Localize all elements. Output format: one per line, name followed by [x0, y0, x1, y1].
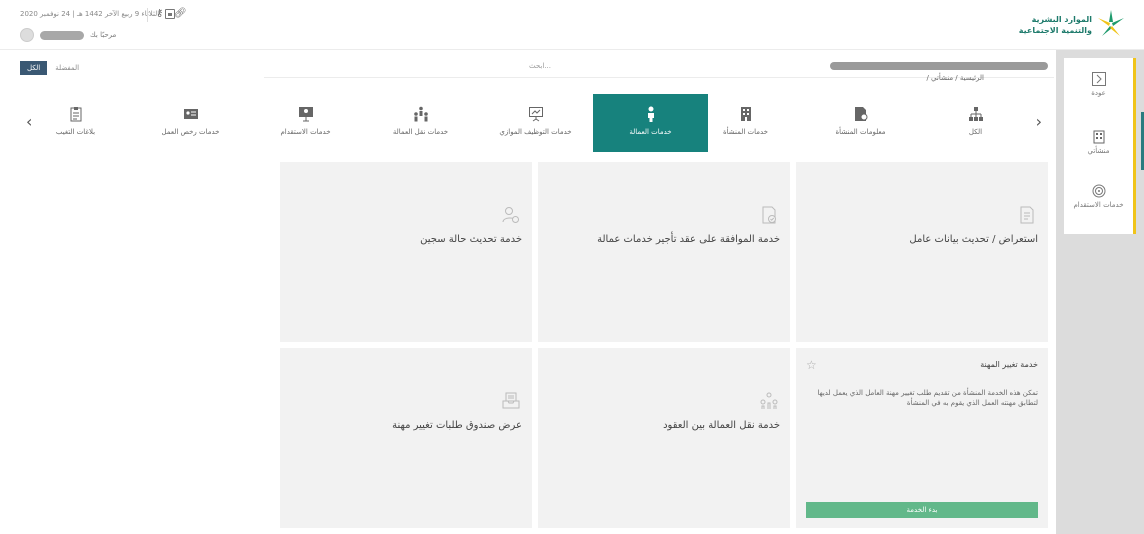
- tab-label: خدمات العمالة: [629, 128, 672, 136]
- search-input[interactable]: ابحث...: [440, 62, 640, 70]
- user-settings-icon: [502, 207, 519, 223]
- rail-back[interactable]: عودة: [1064, 72, 1133, 97]
- rail-panel: عودة منشأتي خدمات الاستقدام: [1064, 58, 1136, 234]
- category-tabs: ‹ › الكل معلومات المنشأة خدمات المنشأة خ…: [20, 94, 1056, 152]
- user-name-redacted: [40, 30, 84, 40]
- tab-label: خدمات نقل العمالة: [392, 128, 449, 136]
- greeting-text: مرحبًا بك: [90, 31, 117, 39]
- rail-back-label: عودة: [1091, 89, 1106, 97]
- clipboard-icon: [70, 107, 81, 122]
- user-menu[interactable]: مرحبًا بك: [20, 28, 116, 42]
- filter-toggle: الكل المفضلة: [20, 61, 79, 75]
- org-chart-icon: [968, 107, 983, 121]
- breadcrumb[interactable]: الرئيسية / منشأتي /: [926, 74, 984, 82]
- date-bar: الثلاثاء 9 ربيع الآخر 1442 هـ | 24 نوفمب…: [20, 9, 176, 19]
- right-rail: عودة منشأتي خدمات الاستقدام: [1056, 50, 1144, 534]
- tab-labor-transfer[interactable]: خدمات نقل العمالة: [363, 94, 478, 152]
- tab-label: بلاغات التغيب: [55, 128, 96, 136]
- id-screen-icon: [298, 107, 313, 122]
- card-title: عرض صندوق طلبات تغيير مهنة: [392, 420, 522, 431]
- rail-recruitment[interactable]: خدمات الاستقدام: [1064, 184, 1133, 209]
- tab-all[interactable]: الكل: [918, 94, 1033, 152]
- document-check-icon: [762, 206, 776, 224]
- favorite-star-icon[interactable]: ☆: [806, 358, 817, 372]
- redacted-text: [830, 62, 1048, 70]
- tab-label: خدمات الاستقدام: [280, 128, 331, 136]
- logo-line-2: والتنمية الاجتماعية: [1018, 26, 1092, 35]
- tab-label: معلومات المنشأة: [835, 128, 886, 136]
- inbox-icon: [502, 392, 520, 409]
- rail-my-establishment-label: منشأتي: [1087, 147, 1110, 155]
- card-title: خدمة نقل العمالة بين العقود: [663, 420, 780, 431]
- tab-establishment-info[interactable]: معلومات المنشأة: [803, 94, 918, 152]
- service-card-prisoner-status[interactable]: خدمة تحديث حالة سجين: [280, 162, 532, 342]
- id-card-icon: [183, 109, 198, 119]
- filter-favorites-button[interactable]: المفضلة: [55, 64, 79, 72]
- date-text: الثلاثاء 9 ربيع الآخر 1442 هـ | 24 نوفمب…: [20, 10, 160, 18]
- card-title: خدمة تحديث حالة سجين: [420, 234, 522, 245]
- tab-labor-services[interactable]: خدمات العمالة: [593, 94, 708, 152]
- card-title: استعراض / تحديث بيانات عامل: [909, 234, 1038, 245]
- building-icon: [740, 107, 751, 121]
- tab-label: خدمات المنشأة: [723, 128, 768, 136]
- card-title: خدمة تغيير المهنة: [980, 360, 1038, 369]
- main-content: الكل المفضلة ابحث... الرئيسية / منشأتي /…: [0, 50, 1056, 534]
- service-card-labor-transfer-contracts[interactable]: خدمة نقل العمالة بين العقود: [538, 348, 790, 528]
- fingerprint-icon: [1092, 184, 1105, 198]
- logo-mark-icon: [1098, 10, 1124, 36]
- rail-my-establishment[interactable]: منشأتي: [1064, 130, 1133, 155]
- tab-parallel-employment[interactable]: خدمات التوظيف الموازي: [478, 94, 593, 152]
- card-description: تمكن هذه الخدمة المنشأة من تقديم طلب تغي…: [817, 389, 1039, 407]
- divider: [147, 8, 148, 22]
- avatar[interactable]: [20, 28, 34, 42]
- building-icon: [1093, 130, 1104, 144]
- tab-work-permits[interactable]: خدمات رخص العمل: [133, 94, 248, 152]
- filter-all-button[interactable]: الكل: [20, 61, 48, 75]
- key-icon[interactable]: ⚷: [156, 9, 166, 19]
- service-card-view-update-worker[interactable]: استعراض / تحديث بيانات عامل: [796, 162, 1048, 342]
- presentation-icon: [528, 107, 543, 122]
- tab-recruitment[interactable]: خدمات الاستقدام: [248, 94, 363, 152]
- worker-icon: [647, 106, 654, 122]
- people-transfer-icon: [413, 106, 428, 122]
- top-icons: ⚷ 🔗︎: [156, 9, 187, 19]
- document-icon: [1020, 206, 1034, 224]
- tab-label: الكل: [968, 128, 983, 136]
- logo-line-1: الموارد البشرية: [1031, 15, 1092, 24]
- start-service-button[interactable]: بدء الخدمة: [806, 502, 1038, 518]
- transfer-icon: [760, 392, 778, 409]
- tab-label: خدمات التوظيف الموازي: [499, 128, 572, 136]
- tabs-next-arrow-icon[interactable]: ›: [1036, 112, 1042, 131]
- top-bar: الموارد البشرية والتنمية الاجتماعية الثل…: [0, 0, 1144, 50]
- rail-recruitment-label: خدمات الاستقدام: [1073, 201, 1124, 209]
- service-card-labor-lease-approval[interactable]: خدمة الموافقة على عقد تأجير خدمات عمالة: [538, 162, 790, 342]
- card-title: خدمة الموافقة على عقد تأجير خدمات عمالة: [597, 234, 780, 245]
- logo: الموارد البشرية والتنمية الاجتماعية: [1006, 8, 1126, 42]
- back-arrow-icon: [1091, 72, 1106, 86]
- service-card-profession-requests-inbox[interactable]: عرض صندوق طلبات تغيير مهنة: [280, 348, 532, 528]
- link-icon[interactable]: 🔗︎: [174, 9, 187, 19]
- tab-absence-reports[interactable]: بلاغات التغيب: [18, 94, 133, 152]
- document-search-icon: [854, 107, 867, 121]
- tab-label: خدمات رخص العمل: [161, 128, 220, 136]
- service-card-profession-change[interactable]: ☆ خدمة تغيير المهنة تمكن هذه الخدمة المن…: [796, 348, 1048, 528]
- logo-text: الموارد البشرية والتنمية الاجتماعية: [1012, 14, 1092, 36]
